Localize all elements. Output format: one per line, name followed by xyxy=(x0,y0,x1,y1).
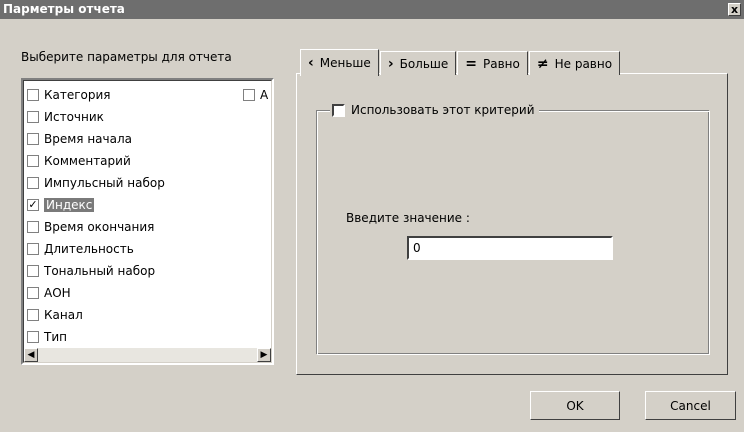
checkbox[interactable] xyxy=(332,103,345,117)
tab-less[interactable]: ‹ Меньше xyxy=(300,49,379,76)
list-item-label: Индекс xyxy=(44,198,95,212)
checkbox[interactable] xyxy=(27,331,39,343)
list-item[interactable]: Канал xyxy=(27,304,165,326)
not-equal-icon: ≠ xyxy=(536,55,549,72)
chevron-left-icon: ‹ xyxy=(308,54,314,71)
params-prompt-label: Выберите параметры для отчета xyxy=(21,50,232,64)
value-input[interactable] xyxy=(407,236,613,260)
list-item[interactable]: Импульсный набор xyxy=(27,172,165,194)
checkbox[interactable] xyxy=(27,243,39,255)
list-item-label: Категория xyxy=(44,88,111,102)
scroll-left-button[interactable]: ◀ xyxy=(24,348,38,362)
list-item[interactable]: Тональный набор xyxy=(27,260,165,282)
list-item[interactable]: Комментарий xyxy=(27,150,165,172)
checkbox-checked[interactable]: ✓ xyxy=(27,199,39,211)
list-item[interactable]: Тип xyxy=(27,326,165,348)
list-item[interactable]: А xyxy=(243,84,268,106)
list-item-label: Канал xyxy=(44,308,83,322)
tab-strip: ‹ Меньше › Больше = Равно ≠ Не равно xyxy=(300,48,621,76)
checkbox[interactable] xyxy=(243,89,255,101)
params-list: Категория Источник Время начала Комментарий… xyxy=(27,84,165,348)
value-label: Введите значение : xyxy=(346,211,470,225)
list-item[interactable]: Время окончания xyxy=(27,216,165,238)
ok-button[interactable]: OK xyxy=(530,391,620,420)
chevron-right-icon: › xyxy=(387,55,394,72)
use-criterion-checkbox[interactable]: Использовать этот критерий xyxy=(330,103,539,117)
equals-icon: = xyxy=(465,55,478,72)
list-item-label: Импульсный набор xyxy=(44,176,165,190)
list-item[interactable]: ✓ Индекс xyxy=(27,194,165,216)
list-item-label: Время начала xyxy=(44,132,132,146)
window-title: Парметры отчета xyxy=(3,2,125,16)
list-item[interactable]: Время начала xyxy=(27,128,165,150)
checkbox[interactable] xyxy=(27,309,39,321)
checkbox[interactable] xyxy=(27,177,39,189)
list-item-label: Длительность xyxy=(44,242,134,256)
checkbox[interactable] xyxy=(27,89,39,101)
params-listbox[interactable]: Категория Источник Время начала Комментарий… xyxy=(21,78,274,365)
tab-label: Равно xyxy=(483,56,520,71)
checkbox[interactable] xyxy=(27,155,39,167)
tab-greater[interactable]: › Больше xyxy=(379,51,457,75)
list-item-label: АОН xyxy=(44,286,71,300)
tab-not-equal[interactable]: ≠ Не равно xyxy=(528,51,621,75)
list-item-label: Источник xyxy=(44,110,104,124)
list-item-label: Тип xyxy=(44,330,67,344)
checkbox[interactable] xyxy=(27,221,39,233)
cancel-button[interactable]: Cancel xyxy=(645,391,736,420)
list-item-label: Время окончания xyxy=(44,220,155,234)
tab-label: Не равно xyxy=(554,56,613,71)
checkbox[interactable] xyxy=(27,265,39,277)
close-button[interactable]: x xyxy=(728,3,741,16)
scroll-right-button[interactable]: ▶ xyxy=(257,348,271,362)
title-bar: Парметры отчета x xyxy=(0,0,744,19)
checkbox[interactable] xyxy=(27,111,39,123)
list-item-label: А xyxy=(260,88,269,102)
list-item[interactable]: Источник xyxy=(27,106,165,128)
tab-label: Меньше xyxy=(319,55,371,70)
checkbox[interactable] xyxy=(27,133,39,145)
criterion-groupbox xyxy=(316,110,710,355)
list-item-label: Тональный набор xyxy=(44,264,156,278)
tab-label: Больше xyxy=(399,56,449,71)
list-item[interactable]: Категория xyxy=(27,84,165,106)
tab-equal[interactable]: = Равно xyxy=(457,51,528,75)
checkbox[interactable] xyxy=(27,287,39,299)
list-item[interactable]: АОН xyxy=(27,282,165,304)
horizontal-scrollbar[interactable]: ◀ ▶ xyxy=(24,348,271,362)
list-item-label: Комментарий xyxy=(44,154,131,168)
use-criterion-label: Использовать этот критерий xyxy=(351,103,535,117)
list-item[interactable]: Длительность xyxy=(27,238,165,260)
